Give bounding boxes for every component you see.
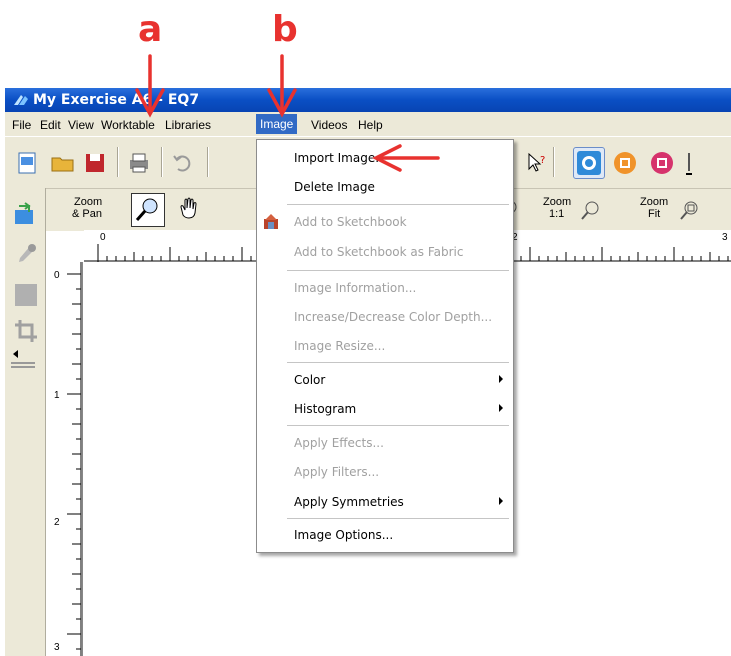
window-title: My Exercise A6 - EQ7 (33, 92, 200, 108)
submenu-arrow-icon (499, 497, 503, 505)
printer-icon (130, 153, 148, 173)
menu-help[interactable]: Help (358, 118, 383, 132)
app-logo-icon (14, 95, 28, 105)
menu-image[interactable]: Image (256, 114, 298, 134)
help-cursor-button[interactable]: ? (523, 149, 551, 177)
menu-libraries[interactable]: Libraries (165, 118, 211, 132)
menubar: File Edit View Worktable Libraries Image… (5, 112, 731, 136)
ruler-left-ticks (67, 262, 82, 656)
toolbar-separator (207, 147, 209, 177)
hand-icon (180, 197, 197, 219)
quilt-worktable-button[interactable] (611, 149, 639, 177)
open-button[interactable] (49, 149, 77, 177)
toolbar-separator (553, 147, 555, 177)
menu-videos[interactable]: Videos (311, 118, 347, 132)
menu-edit[interactable]: Edit (40, 118, 61, 132)
left-tool-panel (5, 188, 46, 656)
menu-item-image-resize[interactable]: Image Resize... (257, 336, 513, 356)
magnifier-icon (135, 198, 158, 221)
ruler-top-label-0: 0 (100, 232, 106, 243)
block-worktable-button[interactable] (648, 149, 676, 177)
ruler-left-label-3: 3 (54, 642, 60, 653)
menu-item-histogram[interactable]: Histogram (257, 399, 513, 419)
zoom-fit-label-2: Fit (648, 208, 661, 220)
ruler-left-label-0: 0 (54, 270, 60, 281)
zoom-pan-label-2: & Pan (72, 208, 102, 220)
window-titlebar: My Exercise A6 - EQ7 (5, 88, 731, 112)
new-file-icon (18, 152, 36, 174)
zoom-1-1-button[interactable]: Zoom 1:1 (543, 195, 603, 223)
menu-item-apply-symmetries[interactable]: Apply Symmetries (257, 492, 513, 512)
submenu-arrow-icon (499, 375, 503, 383)
toolbar-overflow[interactable] (685, 151, 693, 177)
menu-file[interactable]: File (12, 118, 31, 132)
zoom-pan-label-1: Zoom (74, 196, 103, 208)
menu-item-apply-filters[interactable]: Apply Filters... (257, 462, 513, 482)
menu-separator (287, 518, 509, 519)
menu-separator (287, 425, 509, 426)
zoom-pan-button[interactable]: Zoom & Pan (62, 195, 108, 223)
image-worktable-button[interactable] (573, 147, 605, 179)
ruler-left-label-2: 2 (54, 517, 60, 528)
zoom-fit-icon (680, 201, 698, 220)
menu-separator (287, 270, 509, 271)
image-menu-dropdown: Import Image... Delete Image Add to Sket… (256, 139, 514, 553)
zoom-fit-label-1: Zoom (640, 196, 669, 208)
menu-view[interactable]: View (68, 118, 94, 132)
zoom-1-1-label-1: Zoom (543, 196, 572, 208)
menu-worktable[interactable]: Worktable (101, 118, 155, 132)
annotation-b: b (272, 9, 298, 50)
quilt-icon (614, 152, 636, 174)
menu-separator (287, 204, 509, 205)
svg-text:?: ? (540, 155, 545, 166)
annotation-a: a (138, 9, 163, 50)
crop-tool-icon[interactable] (11, 316, 41, 346)
toolbar-separator (117, 147, 119, 177)
slider-handle-icon[interactable] (9, 348, 39, 378)
pan-tool-button[interactable] (174, 193, 204, 223)
menu-item-import-image[interactable]: Import Image... (257, 148, 513, 168)
folder-open-icon (51, 157, 74, 172)
ruler-top-label-3: 3 (722, 232, 728, 243)
ruler-left: 0 1 2 3 (46, 262, 83, 656)
zoom-fit-button[interactable]: Zoom Fit (640, 195, 710, 223)
floppy-disk-icon (86, 154, 104, 172)
menu-separator (287, 362, 509, 363)
zoom-1-1-label-2: 1:1 (549, 208, 565, 220)
menu-item-delete-image[interactable]: Delete Image (257, 177, 513, 197)
toolbar-separator (161, 147, 163, 177)
zoom-tool-button[interactable] (131, 193, 165, 227)
menu-item-image-information[interactable]: Image Information... (257, 278, 513, 298)
block-icon (651, 152, 673, 174)
menu-item-image-options[interactable]: Image Options... (257, 525, 513, 545)
ruler-left-label-1: 1 (54, 390, 60, 401)
menu-item-color[interactable]: Color (257, 370, 513, 390)
undo-button[interactable] (169, 149, 197, 177)
print-button[interactable] (125, 149, 153, 177)
help-cursor-icon: ? (528, 152, 545, 172)
save-button[interactable] (81, 149, 109, 177)
menu-item-apply-effects[interactable]: Apply Effects... (257, 433, 513, 453)
camera-icon (577, 151, 601, 175)
menu-item-color-depth[interactable]: Increase/Decrease Color Depth... (257, 307, 513, 327)
menu-item-add-to-sketchbook-fabric[interactable]: Add to Sketchbook as Fabric (257, 242, 513, 262)
import-image-tool-icon[interactable] (11, 200, 41, 230)
sketchbook-icon (264, 214, 278, 229)
selection-tool-icon[interactable] (11, 280, 41, 310)
new-file-button[interactable] (13, 149, 41, 177)
undo-icon (173, 155, 191, 172)
eyedropper-tool-icon[interactable] (11, 240, 41, 270)
zoom-actual-size-icon (581, 201, 599, 220)
menu-item-add-to-sketchbook[interactable]: Add to Sketchbook (257, 212, 513, 232)
submenu-arrow-icon (499, 404, 503, 412)
toolbar-grip-icon (686, 153, 692, 175)
